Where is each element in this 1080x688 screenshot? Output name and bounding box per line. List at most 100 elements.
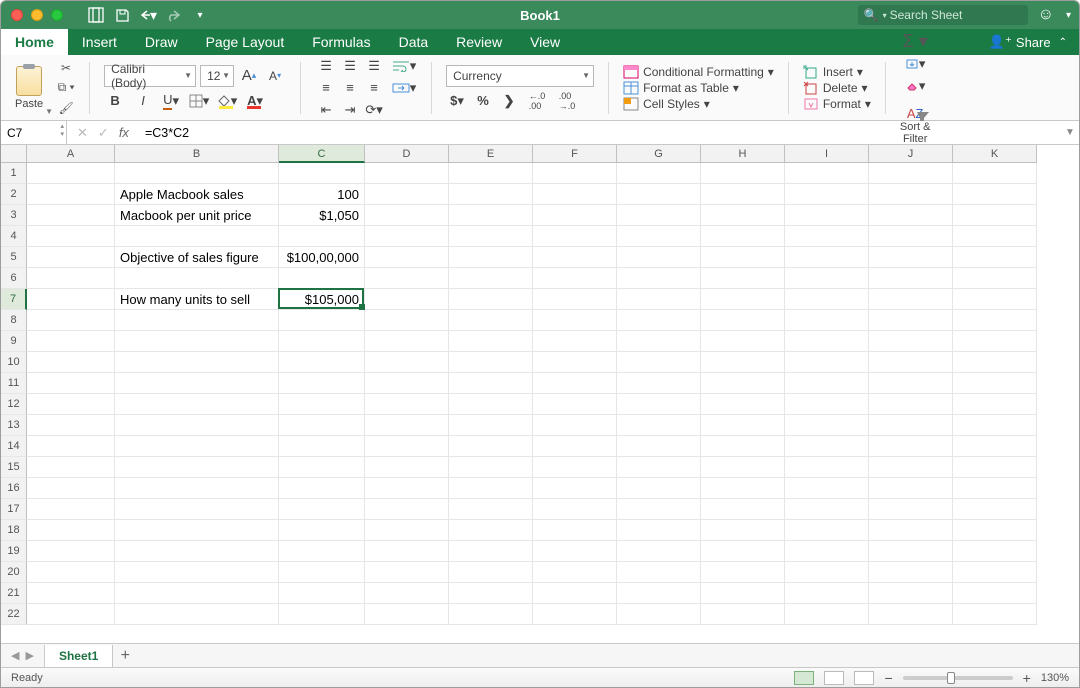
cell-I15[interactable] xyxy=(785,457,869,478)
cell-G21[interactable] xyxy=(617,583,701,604)
row-header-13[interactable]: 13 xyxy=(1,415,27,436)
cell-F19[interactable] xyxy=(533,541,617,562)
cell-K11[interactable] xyxy=(953,373,1037,394)
cell-G6[interactable] xyxy=(617,268,701,289)
column-header-H[interactable]: H xyxy=(701,145,785,163)
cell-G11[interactable] xyxy=(617,373,701,394)
cell-K5[interactable] xyxy=(953,247,1037,268)
cell-F16[interactable] xyxy=(533,478,617,499)
cell-C2[interactable]: 100 xyxy=(279,184,365,205)
cell-K1[interactable] xyxy=(953,163,1037,184)
decrease-decimal-icon[interactable]: .00→.0 xyxy=(554,91,580,111)
cell-I2[interactable] xyxy=(785,184,869,205)
cell-A12[interactable] xyxy=(27,394,115,415)
cell-D1[interactable] xyxy=(365,163,449,184)
cell-G15[interactable] xyxy=(617,457,701,478)
cell-B4[interactable] xyxy=(115,226,279,247)
increase-decimal-icon[interactable]: ←.0.00 xyxy=(524,91,550,111)
cell-D14[interactable] xyxy=(365,436,449,457)
cell-I22[interactable] xyxy=(785,604,869,625)
row-header-11[interactable]: 11 xyxy=(1,373,27,394)
column-header-G[interactable]: G xyxy=(617,145,701,163)
row-header-15[interactable]: 15 xyxy=(1,457,27,478)
column-header-B[interactable]: B xyxy=(115,145,279,163)
cell-K7[interactable] xyxy=(953,289,1037,310)
cell-B15[interactable] xyxy=(115,457,279,478)
cell-D17[interactable] xyxy=(365,499,449,520)
cell-C8[interactable] xyxy=(279,310,365,331)
cell-G2[interactable] xyxy=(617,184,701,205)
cell-C13[interactable] xyxy=(279,415,365,436)
cell-G19[interactable] xyxy=(617,541,701,562)
insert-cells-button[interactable]: Insert ▾ xyxy=(803,65,863,79)
cell-H9[interactable] xyxy=(701,331,785,352)
cell-D19[interactable] xyxy=(365,541,449,562)
cell-B22[interactable] xyxy=(115,604,279,625)
cell-D16[interactable] xyxy=(365,478,449,499)
cell-C16[interactable] xyxy=(279,478,365,499)
customize-qat-icon[interactable]: ▾ xyxy=(191,6,209,24)
cell-E5[interactable] xyxy=(449,247,533,268)
cell-E17[interactable] xyxy=(449,499,533,520)
decrease-indent-icon[interactable]: ⇤ xyxy=(315,100,337,120)
cell-D8[interactable] xyxy=(365,310,449,331)
column-header-C[interactable]: C xyxy=(279,145,365,163)
cell-K6[interactable] xyxy=(953,268,1037,289)
cell-J17[interactable] xyxy=(869,499,953,520)
page-layout-view-button[interactable] xyxy=(824,671,844,685)
cell-I8[interactable] xyxy=(785,310,869,331)
sheet-next-icon[interactable]: ▶ xyxy=(25,649,33,662)
cell-I18[interactable] xyxy=(785,520,869,541)
cell-C12[interactable] xyxy=(279,394,365,415)
cell-B6[interactable] xyxy=(115,268,279,289)
cell-H4[interactable] xyxy=(701,226,785,247)
cell-H2[interactable] xyxy=(701,184,785,205)
cell-A11[interactable] xyxy=(27,373,115,394)
cell-E14[interactable] xyxy=(449,436,533,457)
cell-B12[interactable] xyxy=(115,394,279,415)
undo-icon[interactable]: ▾ xyxy=(139,6,157,24)
row-header-4[interactable]: 4 xyxy=(1,226,27,247)
cell-C5[interactable]: $100,00,000 xyxy=(279,247,365,268)
cell-D7[interactable] xyxy=(365,289,449,310)
cell-J12[interactable] xyxy=(869,394,953,415)
cell-F9[interactable] xyxy=(533,331,617,352)
cell-K18[interactable] xyxy=(953,520,1037,541)
redo-icon[interactable] xyxy=(165,6,183,24)
cell-A21[interactable] xyxy=(27,583,115,604)
cell-F4[interactable] xyxy=(533,226,617,247)
cell-B2[interactable]: Apple Macbook sales xyxy=(115,184,279,205)
cell-A8[interactable] xyxy=(27,310,115,331)
cell-K12[interactable] xyxy=(953,394,1037,415)
cell-K13[interactable] xyxy=(953,415,1037,436)
cell-A2[interactable] xyxy=(27,184,115,205)
cell-I10[interactable] xyxy=(785,352,869,373)
cell-C6[interactable] xyxy=(279,268,365,289)
row-header-3[interactable]: 3 xyxy=(1,205,27,226)
tab-page-layout[interactable]: Page Layout xyxy=(192,29,299,55)
cell-G12[interactable] xyxy=(617,394,701,415)
formula-input[interactable]: =C3*C2 xyxy=(139,126,1061,140)
cell-A9[interactable] xyxy=(27,331,115,352)
cell-J16[interactable] xyxy=(869,478,953,499)
copy-icon[interactable]: ⧉ ▾ xyxy=(57,80,75,96)
cell-C9[interactable] xyxy=(279,331,365,352)
percent-format-icon[interactable]: % xyxy=(472,91,494,111)
cell-styles-button[interactable]: Cell Styles ▾ xyxy=(623,97,710,111)
number-format-combo[interactable]: Currency▼ xyxy=(446,65,594,87)
borders-button[interactable]: ▾ xyxy=(188,91,210,111)
column-header-F[interactable]: F xyxy=(533,145,617,163)
cell-J19[interactable] xyxy=(869,541,953,562)
tab-review[interactable]: Review xyxy=(442,29,516,55)
cell-B19[interactable] xyxy=(115,541,279,562)
cell-B1[interactable] xyxy=(115,163,279,184)
cell-A15[interactable] xyxy=(27,457,115,478)
cell-I19[interactable] xyxy=(785,541,869,562)
cell-C19[interactable] xyxy=(279,541,365,562)
cell-C10[interactable] xyxy=(279,352,365,373)
cell-K10[interactable] xyxy=(953,352,1037,373)
cell-J11[interactable] xyxy=(869,373,953,394)
cell-D12[interactable] xyxy=(365,394,449,415)
cell-B11[interactable] xyxy=(115,373,279,394)
align-top-icon[interactable]: ☰ xyxy=(315,56,337,76)
